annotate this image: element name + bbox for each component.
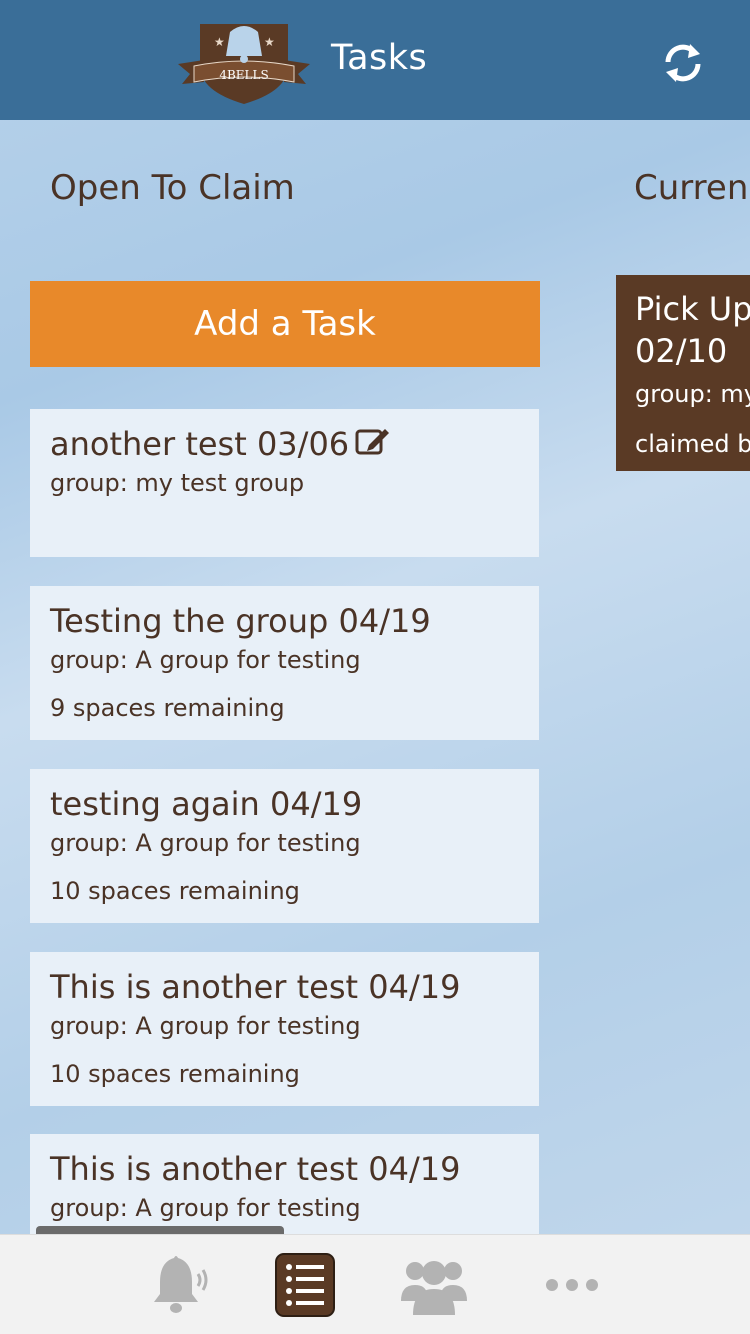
current-task-date: 02/10 <box>635 331 728 370</box>
logo: ★ ★ 4BELLS <box>178 24 310 104</box>
current-task-claimed: claimed b <box>635 430 750 459</box>
spaces-remaining: 10 spaces remaining <box>50 1060 300 1089</box>
tab-notifications[interactable] <box>140 1235 220 1334</box>
task-card[interactable]: another test 03/06 group: my test group <box>30 409 539 557</box>
add-task-button[interactable]: Add a Task <box>30 281 540 367</box>
refresh-icon[interactable] <box>660 40 706 86</box>
task-group: group: A group for testing <box>50 1012 361 1041</box>
horizontal-scrollbar[interactable] <box>36 1226 284 1234</box>
task-title: This is another test 04/19 <box>50 1150 461 1188</box>
open-to-claim-heading: Open To Claim <box>50 168 295 208</box>
group-icon <box>401 1261 467 1315</box>
task-title: another test 03/06 <box>50 425 350 463</box>
tab-tasks[interactable] <box>270 1235 340 1334</box>
svg-text:★: ★ <box>264 35 275 49</box>
task-title: Testing the group 04/19 <box>50 602 431 640</box>
task-title: This is another test 04/19 <box>50 968 461 1006</box>
task-title: testing again 04/19 <box>50 785 363 823</box>
page-title: Tasks <box>331 38 428 78</box>
current-task-card[interactable]: Pick Up 02/10 group: my claimed b <box>616 275 750 471</box>
svg-text:★: ★ <box>214 35 225 49</box>
task-group: group: A group for testing <box>50 646 361 675</box>
tab-more[interactable] <box>534 1235 610 1334</box>
spaces-remaining: 9 spaces remaining <box>50 694 285 723</box>
current-task-title: Pick Up <box>635 290 750 328</box>
current-task-group: group: my <box>635 380 750 409</box>
more-icon <box>546 1279 598 1291</box>
task-card[interactable]: Testing the group 04/19 group: A group f… <box>30 586 539 740</box>
task-card[interactable]: testing again 04/19 group: A group for t… <box>30 769 539 923</box>
edit-icon[interactable] <box>355 425 391 457</box>
task-group: group: A group for testing <box>50 829 361 858</box>
task-group: group: my test group <box>50 469 305 498</box>
tab-groups[interactable] <box>396 1235 472 1334</box>
task-card[interactable]: This is another test 04/19 group: A grou… <box>30 952 539 1106</box>
app-header: ★ ★ 4BELLS Tasks <box>0 0 750 120</box>
task-group: group: A group for testing <box>50 1194 361 1223</box>
list-icon <box>275 1253 335 1317</box>
task-card[interactable]: This is another test 04/19 group: A grou… <box>30 1134 539 1234</box>
svg-text:4BELLS: 4BELLS <box>219 68 268 82</box>
tab-bar <box>0 1234 750 1334</box>
current-heading: Curren <box>634 168 749 208</box>
bell-icon <box>154 1256 208 1313</box>
spaces-remaining: 10 spaces remaining <box>50 877 300 906</box>
